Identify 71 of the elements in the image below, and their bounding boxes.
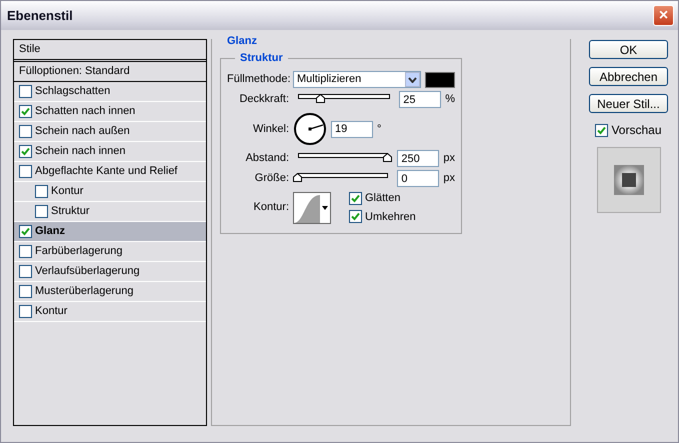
checkbox[interactable]: [19, 265, 32, 278]
list-item[interactable]: Farbüberlagerung: [14, 242, 206, 262]
option-label: Glätten: [365, 191, 400, 206]
field-label: Füllmethode:: [227, 72, 289, 88]
value-field[interactable]: 19: [331, 120, 373, 138]
checkbox[interactable]: [19, 305, 32, 318]
field-label: Deckkraft:: [238, 92, 289, 108]
item-label: Struktur: [51, 204, 90, 220]
item-label: Kontur: [51, 184, 84, 200]
angle-dial[interactable]: [293, 112, 327, 146]
checkbox[interactable]: [19, 245, 32, 258]
checkbox[interactable]: [19, 145, 32, 158]
item-label: Verlaufsüberlagerung: [35, 264, 140, 280]
preview-thumbnail: [596, 147, 660, 213]
checkbox[interactable]: [19, 85, 32, 98]
checkbox[interactable]: [595, 124, 608, 136]
checkbox[interactable]: [349, 192, 362, 205]
caret-icon: [405, 72, 420, 87]
field-label: Abstand:: [244, 151, 289, 166]
unit-label: px: [443, 151, 455, 166]
item-label: Farbüberlagerung: [35, 244, 122, 260]
checkbox[interactable]: [35, 185, 48, 198]
list-item[interactable]: Fülloptionen: Standard: [14, 62, 206, 82]
field-label: Winkel:: [252, 122, 289, 137]
item-label: Schlagschatten: [35, 84, 110, 100]
slider-thumb[interactable]: [293, 173, 302, 182]
window-title: Ebenenstil: [7, 6, 73, 25]
caret-icon: [322, 206, 328, 210]
item-label: Schatten nach innen: [35, 104, 136, 120]
list-item[interactable]: Abgeflachte Kante und Relief: [14, 162, 206, 182]
ok-button[interactable]: OK: [589, 40, 668, 59]
checkbox[interactable]: [19, 165, 32, 178]
unit-label: °: [377, 122, 382, 137]
item-label: Glanz: [35, 224, 65, 240]
value-field[interactable]: 25: [399, 91, 442, 108]
option-label: Umkehren: [365, 210, 416, 224]
list-item[interactable]: Kontur: [14, 182, 206, 202]
cancel-button[interactable]: Abbrechen: [589, 67, 668, 86]
blend-mode-dropdown[interactable]: Multiplizieren: [293, 71, 422, 88]
unit-label: px: [443, 171, 455, 186]
checkbox[interactable]: [35, 205, 48, 218]
value-field[interactable]: 250: [397, 150, 440, 167]
checkbox[interactable]: [349, 210, 362, 224]
item-label: Schein nach außen: [35, 124, 130, 140]
color-swatch[interactable]: [425, 72, 455, 88]
slider-thumb[interactable]: [383, 153, 392, 162]
field-label: Größe:: [254, 171, 289, 186]
field-label: Kontur:: [252, 200, 289, 216]
list-item[interactable]: Musterüberlagerung: [14, 282, 206, 302]
checkbox[interactable]: [19, 285, 32, 298]
checkbox-label: Vorschau: [611, 122, 662, 139]
list-header: Stile: [14, 40, 206, 62]
item-label: Schein nach innen: [35, 144, 126, 160]
item-label: Kontur: [35, 304, 68, 320]
list-item[interactable]: Verlaufsüberlagerung: [14, 262, 206, 282]
list-item[interactable]: Glanz: [14, 222, 206, 242]
unit-label: %: [445, 92, 455, 108]
new-style-button[interactable]: Neuer Stil...: [589, 94, 668, 113]
item-label: Abgeflachte Kante und Relief: [35, 164, 178, 180]
checkbox[interactable]: [19, 225, 32, 238]
close-button[interactable]: ×: [653, 5, 674, 26]
item-label: Musterüberlagerung: [35, 284, 134, 300]
list-item[interactable]: Schein nach innen: [14, 142, 206, 162]
value-field[interactable]: 0: [397, 170, 440, 187]
checkbox[interactable]: [19, 125, 32, 138]
checkbox[interactable]: [19, 105, 32, 118]
list-item[interactable]: Schlagschatten: [14, 82, 206, 102]
list-item[interactable]: Schatten nach innen: [14, 102, 206, 122]
list-item[interactable]: Schein nach außen: [14, 122, 206, 142]
contour-picker[interactable]: [293, 192, 331, 224]
list-item[interactable]: Kontur: [14, 302, 206, 322]
